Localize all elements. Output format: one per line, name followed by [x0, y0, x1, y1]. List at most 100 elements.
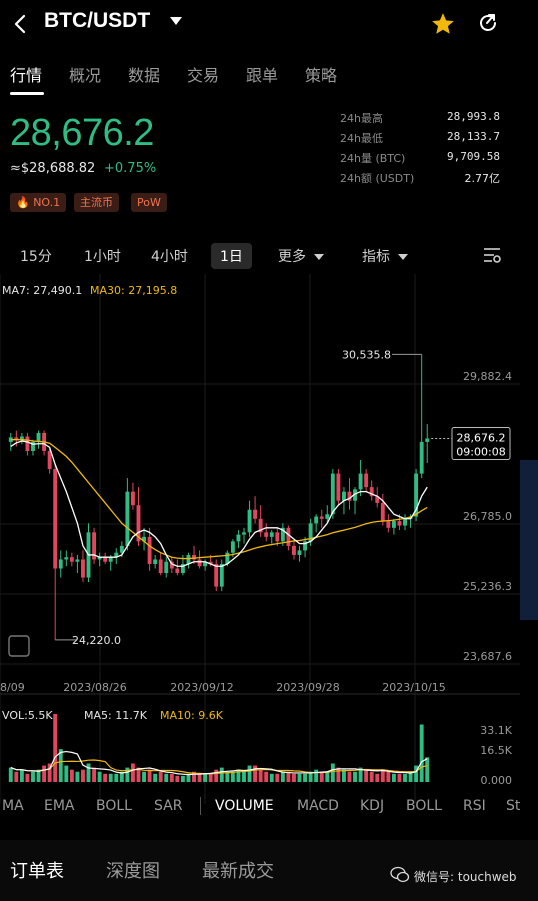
- volume-bar: [169, 773, 174, 782]
- candle-body: [341, 491, 346, 501]
- candle-body: [286, 527, 291, 546]
- favorite-star-icon[interactable]: [430, 11, 456, 37]
- candle-body: [397, 521, 402, 526]
- stat-high-label: 24h最高: [340, 112, 383, 125]
- candle-body: [319, 516, 324, 519]
- volume-bar: [375, 773, 380, 782]
- indicator-caret-icon: [398, 254, 408, 260]
- volume-bar: [258, 769, 263, 782]
- volume-bar: [42, 765, 47, 782]
- ind-boll[interactable]: BOLL: [96, 798, 132, 814]
- volume-bar: [64, 765, 69, 782]
- candle-body: [425, 438, 430, 442]
- candle-body: [325, 514, 330, 519]
- ind-macd[interactable]: MACD: [297, 798, 339, 814]
- candle-body: [403, 518, 407, 526]
- stat-vol-value: 9,709.58: [447, 150, 500, 163]
- interval-4h[interactable]: 4小时: [151, 246, 188, 266]
- volume-bar: [175, 775, 180, 782]
- tab-trade[interactable]: 交易: [187, 62, 219, 86]
- ind-rsi[interactable]: RSI: [463, 798, 486, 814]
- ma30-legend: MA30: 27,195.8: [90, 284, 177, 297]
- candle-body: [386, 521, 391, 528]
- pair-dropdown-icon[interactable]: [170, 17, 182, 25]
- candle-body: [130, 491, 135, 506]
- vol-legend: VOL:5.5K: [2, 709, 53, 722]
- volume-bar: [114, 773, 119, 782]
- volume-bar: [86, 763, 91, 782]
- ind-ema[interactable]: EMA: [44, 798, 75, 814]
- volume-bar: [403, 773, 407, 782]
- tab-copy-trade[interactable]: 跟单: [246, 62, 278, 86]
- ind-boll-sub[interactable]: BOLL: [406, 798, 442, 814]
- back-arrow-icon[interactable]: [12, 14, 30, 34]
- rank-badge[interactable]: 🔥 NO.1: [10, 193, 67, 212]
- interval-more[interactable]: 更多: [278, 246, 324, 266]
- interval-1d[interactable]: 1日: [211, 243, 252, 269]
- candle-body: [69, 557, 74, 562]
- volume-bar: [14, 771, 19, 782]
- vol-tick-label: 33.1K: [480, 724, 512, 737]
- volume-bar: [75, 771, 80, 782]
- refresh-share-icon[interactable]: [476, 11, 500, 35]
- candle-body: [147, 536, 152, 564]
- x-tick-label: 8/09: [0, 681, 25, 694]
- volume-bar: [330, 763, 335, 782]
- candle-body: [53, 469, 58, 569]
- candle-body: [380, 502, 385, 522]
- indicator-selector-label: 指标: [362, 249, 390, 265]
- volume-bar: [380, 769, 385, 782]
- interval-15m[interactable]: 15分: [20, 246, 52, 266]
- volume-bar: [214, 769, 219, 782]
- tab-latest-trades[interactable]: 最新成交: [202, 857, 274, 883]
- tab-market[interactable]: 行情: [10, 62, 42, 86]
- candle-body: [64, 557, 69, 560]
- volume-bar: [314, 769, 319, 782]
- ind-volume[interactable]: VOLUME: [215, 798, 274, 814]
- candle-body: [75, 559, 80, 562]
- tab-overview[interactable]: 概况: [69, 62, 101, 86]
- volume-bar: [153, 773, 158, 782]
- tab-data[interactable]: 数据: [128, 62, 160, 86]
- candle-countdown: 09:00:08: [456, 445, 505, 458]
- ind-stoch[interactable]: St: [506, 798, 520, 814]
- mainstream-badge[interactable]: 主流币: [74, 193, 119, 212]
- vol-ma10-legend: MA10: 9.6K: [160, 709, 224, 722]
- tab-strategy[interactable]: 策略: [305, 62, 337, 86]
- candle-body: [214, 563, 219, 587]
- volume-bar: [197, 773, 202, 782]
- volume-bar: [97, 771, 102, 782]
- y-tick-label: 29,882.4: [463, 370, 512, 383]
- tab-order-book[interactable]: 订单表: [10, 857, 64, 883]
- ind-ma[interactable]: MA: [2, 798, 24, 814]
- volume-bar: [130, 763, 135, 782]
- volume-bar: [103, 773, 108, 782]
- indicator-selector[interactable]: 指标: [362, 246, 408, 266]
- ind-kdj[interactable]: KDJ: [360, 798, 384, 814]
- volume-bar: [242, 771, 246, 782]
- volume-bar: [8, 767, 13, 782]
- candle-body: [236, 534, 241, 542]
- candle-body: [230, 541, 235, 553]
- tab-depth[interactable]: 深度图: [106, 857, 160, 883]
- ind-sar[interactable]: SAR: [154, 798, 182, 814]
- candle-body: [330, 473, 335, 515]
- kline-chart[interactable]: 29,882.4 26,785.0 25,236.3 23,687.6 8/09 2023…: [0, 274, 520, 829]
- active-tab-indicator: [10, 92, 44, 95]
- chart-settings-icon[interactable]: [482, 246, 502, 264]
- stat-amount-value: 2.77亿: [464, 172, 501, 185]
- volume-bar: [347, 771, 352, 782]
- candle-body: [25, 436, 30, 451]
- vol-tick-label: 0.000: [481, 774, 513, 787]
- pow-badge[interactable]: PoW: [131, 193, 167, 212]
- x-tick-label: 2023/09/28: [276, 681, 339, 694]
- interval-1h[interactable]: 1小时: [84, 246, 121, 266]
- volume-bar: [203, 773, 208, 782]
- candle-body: [47, 450, 52, 470]
- trading-pair-title[interactable]: BTC/USDT: [44, 9, 150, 33]
- candle-body: [108, 557, 113, 562]
- volume-bar: [292, 773, 296, 782]
- y-tick-label: 23,687.6: [463, 650, 512, 663]
- stat-low-label: 24h最低: [340, 132, 383, 145]
- candle-body: [186, 554, 191, 564]
